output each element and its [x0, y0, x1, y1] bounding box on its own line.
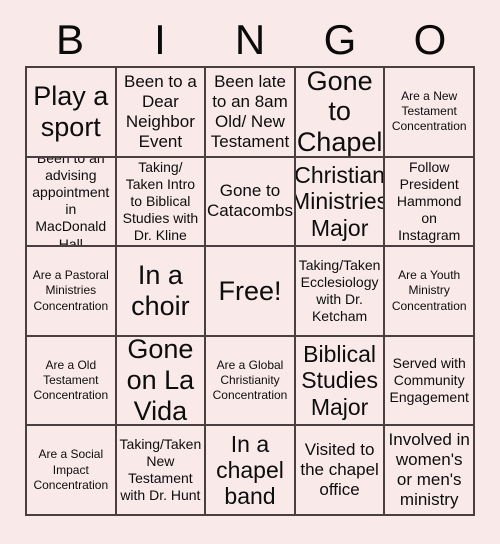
bingo-cell-label: Are a Youth Ministry Concentration — [391, 267, 467, 313]
bingo-cell-label: Taking/Taken New Testament with Dr. Hunt — [119, 436, 202, 504]
bingo-cell[interactable]: Are a Global Christianity Concentration — [206, 336, 296, 427]
bingo-cell[interactable]: Are a New Testament Concentration — [385, 68, 475, 158]
bingo-card: B I N G O Play a sport Been to a Dear Nei… — [0, 0, 500, 544]
bingo-cell[interactable]: Been late to an 8am Old/ New Testament — [206, 68, 296, 158]
bingo-cell[interactable]: Gone on La Vida — [116, 336, 207, 427]
bingo-cell-label: Play a sport — [33, 81, 109, 142]
bingo-cell[interactable]: Gone to Chapel — [295, 68, 386, 158]
bingo-cell-label: Taking/Taken Ecclesiology with Dr. Ketch… — [298, 256, 381, 325]
bingo-cell-label: Are a Social Impact Concentration — [33, 447, 109, 492]
bingo-cell[interactable]: Gone to Catacombs — [206, 157, 296, 248]
bingo-letter-g: G — [323, 16, 357, 63]
bingo-letter-n: N — [234, 16, 266, 63]
bingo-cell[interactable]: Taking/Taken New Testament with Dr. Hunt — [116, 426, 207, 516]
bingo-cell[interactable]: Biblical Studies Major — [295, 336, 386, 427]
bingo-cell[interactable]: Visited to the chapel office — [295, 426, 386, 516]
bingo-cell[interactable]: Are a Youth Ministry Concentration — [385, 247, 475, 337]
bingo-letter-i: I — [154, 16, 166, 63]
bingo-cell-label: Gone on La Vida — [126, 336, 195, 426]
bingo-cell[interactable]: Play a sport — [27, 68, 117, 158]
bingo-cell-label: In a choir — [131, 260, 190, 321]
bingo-cell[interactable]: Taking/ Taken Intro to Biblical Studies … — [116, 157, 207, 248]
bingo-cell[interactable]: Are a Pastoral Ministries Concentration — [27, 247, 117, 337]
bingo-cell[interactable]: Follow President Hammond on Instagram — [385, 157, 475, 248]
bingo-cell-label: Gone to Catacombs — [207, 181, 293, 221]
bingo-cell[interactable]: Are a Social Impact Concentration — [27, 426, 117, 516]
bingo-header: B I N G O — [25, 14, 475, 66]
bingo-cell-label: Been late to an 8am Old/ New Testament — [210, 71, 290, 151]
bingo-cell[interactable]: Christian Ministries Major — [295, 157, 386, 248]
bingo-letter-b: B — [55, 16, 84, 63]
bingo-cell[interactable]: Taking/Taken Ecclesiology with Dr. Ketch… — [295, 247, 386, 337]
bingo-cell-label: Are a Pastoral Ministries Concentration — [32, 267, 109, 313]
bingo-grid: Play a sport Been to a Dear Neighbor Even… — [25, 66, 475, 516]
bingo-cell-label: Gone to Chapel — [296, 68, 383, 158]
bingo-cell-label: Biblical Studies Major — [301, 340, 378, 420]
bingo-cell-label: Taking/ Taken Intro to Biblical Studies … — [122, 158, 199, 244]
bingo-cell[interactable]: In a choir — [116, 247, 207, 337]
bingo-cell-label: Been to a Dear Neighbor Event — [124, 71, 197, 151]
bingo-cell[interactable]: Been to a Dear Neighbor Event — [116, 68, 207, 158]
bingo-cell-label: Are a New Testament Concentration — [391, 88, 467, 134]
bingo-cell-label: Been to an advising appointment in MacDo… — [32, 157, 110, 248]
bingo-cell-label: Involved in women's or men's ministry — [388, 430, 470, 510]
bingo-cell[interactable]: Been to an advising appointment in MacDo… — [27, 157, 117, 248]
bingo-cell-label: Served with Community Engagement — [389, 354, 469, 406]
bingo-cell-label: Christian Ministries Major — [295, 161, 386, 241]
bingo-cell-label: In a chapel band — [216, 430, 284, 510]
bingo-cell[interactable]: In a chapel band — [206, 426, 296, 516]
bingo-cell-label: Follow President Hammond on Instagram — [396, 158, 462, 244]
bingo-cell[interactable]: Involved in women's or men's ministry — [385, 426, 475, 516]
bingo-cell[interactable]: Served with Community Engagement — [385, 336, 475, 427]
bingo-letter-o: O — [413, 16, 447, 63]
bingo-cell-label: Are a Old Testament Concentration — [33, 357, 109, 403]
bingo-cell-free[interactable]: Free! — [206, 247, 296, 337]
bingo-cell-label: Are a Global Christianity Concentration — [212, 357, 288, 403]
bingo-cell[interactable]: Are a Old Testament Concentration — [27, 336, 117, 427]
bingo-cell-label: Visited to the chapel office — [300, 440, 379, 500]
bingo-cell-label: Free! — [218, 275, 282, 306]
